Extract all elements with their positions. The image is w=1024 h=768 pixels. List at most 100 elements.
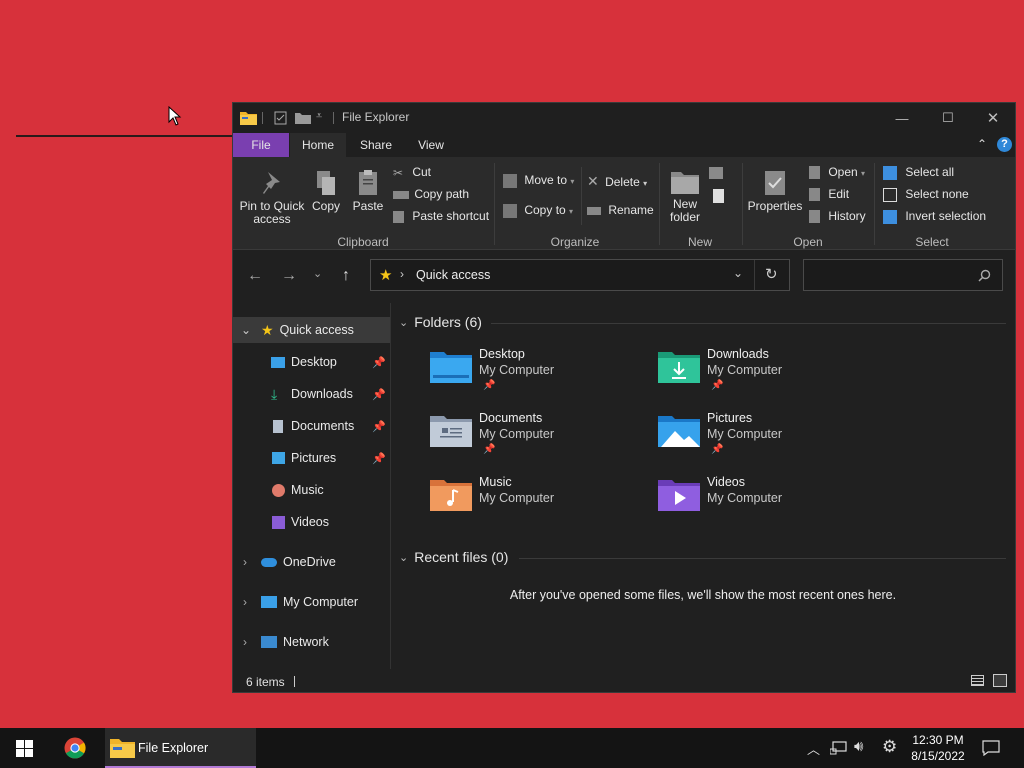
refresh-icon[interactable]: ↻ (765, 265, 778, 283)
folder-tile-downloads[interactable]: Downloads My Computer 📌 (657, 347, 867, 403)
folder-name: Videos (707, 475, 745, 489)
address-bar[interactable]: ★ › Quick access ⌄ ↻ (370, 259, 790, 291)
taskbar-file-explorer[interactable]: File Explorer (105, 728, 256, 768)
select-none-button[interactable]: Select none (883, 187, 969, 202)
nav-item-label: Downloads (291, 387, 353, 401)
properties-qat-icon[interactable] (274, 111, 287, 125)
folder-tile-desktop[interactable]: Desktop My Computer 📌 (429, 347, 639, 403)
documents-icon (273, 419, 283, 433)
forward-arrow-icon: → (281, 267, 297, 284)
pin-icon: 📌 (711, 444, 724, 455)
item-count: 6 items (246, 675, 285, 689)
large-icons-view-icon[interactable] (993, 674, 1007, 687)
copy-to-button[interactable]: Copy to ▾ (503, 203, 573, 218)
folder-tile-pictures[interactable]: Pictures My Computer 📌 (657, 411, 867, 467)
copy-to-label: Copy to (524, 203, 566, 217)
open-button[interactable]: Open ▾ (809, 165, 865, 180)
nav-item-label: Desktop (291, 355, 337, 369)
folder-name: Downloads (707, 347, 769, 361)
clock[interactable]: 12:30 PM 8/15/2022 (908, 732, 968, 764)
folder-tile-videos[interactable]: Videos My Computer (657, 475, 867, 531)
maximize-button[interactable]: ☐ (925, 103, 971, 133)
delete-button[interactable]: ✕ Delete ▾ (587, 173, 647, 190)
recent-locations-button[interactable]: ⌄ (313, 267, 322, 280)
chevron-right-icon: › (243, 595, 247, 609)
chrome-icon[interactable] (64, 737, 86, 759)
folder-name: Music (479, 475, 512, 489)
rename-button[interactable]: Rename (587, 203, 654, 217)
history-button[interactable]: History (809, 209, 866, 224)
nav-item-desktop[interactable]: Desktop 📌 (233, 349, 390, 375)
nav-my-computer[interactable]: › My Computer (233, 589, 390, 615)
chevron-down-icon: ⌄ (241, 323, 252, 337)
minimize-button[interactable]: — (879, 103, 925, 133)
network-status-icon[interactable] (830, 741, 847, 755)
pane-divider (390, 303, 391, 669)
forward-button[interactable]: → (281, 267, 297, 285)
nav-network[interactable]: › Network (233, 629, 390, 655)
edit-button[interactable]: Edit (809, 187, 850, 202)
nav-onedrive[interactable]: › OneDrive (233, 549, 390, 575)
nav-quick-access[interactable]: ⌄ ★ Quick access (233, 317, 390, 343)
star-icon: ★ (261, 321, 274, 338)
pin-quick-access-button[interactable]: Pin to Quick access (238, 169, 306, 226)
address-dropdown-icon[interactable]: ⌄ (733, 266, 743, 280)
new-folder-button[interactable]: New folder (665, 169, 705, 224)
new-group-label: New (687, 235, 712, 249)
back-button[interactable]: ← (247, 267, 263, 285)
invert-selection-label: Invert selection (905, 209, 987, 223)
qat-customize-icon[interactable]: ⩡ (316, 110, 322, 123)
help-icon[interactable]: ? (997, 137, 1012, 152)
chevron-down-icon: ⌄ (399, 551, 409, 564)
folder-tile-music[interactable]: Music My Computer (429, 475, 639, 531)
notifications-icon[interactable] (982, 740, 1000, 756)
copy-path-button[interactable]: Copy path (393, 187, 469, 201)
tray-overflow-icon[interactable]: ︿ (807, 739, 820, 758)
folder-tile-documents[interactable]: Documents My Computer 📌 (429, 411, 639, 467)
videos-icon (272, 515, 285, 529)
pin-icon: 📌 (372, 356, 386, 369)
tab-home[interactable]: Home (290, 133, 346, 157)
select-all-button[interactable]: Select all (883, 165, 954, 180)
up-button[interactable]: ↑ (342, 267, 350, 285)
folder-location: My Computer (707, 363, 783, 377)
new-folder-qat-icon[interactable] (295, 112, 311, 124)
invert-selection-button[interactable]: Invert selection (883, 209, 986, 224)
music-icon (272, 483, 285, 497)
properties-button[interactable]: Properties (747, 169, 803, 213)
nav-network-label: Network (283, 635, 329, 649)
search-icon (978, 269, 991, 282)
close-button[interactable]: ✕ (970, 103, 1016, 133)
select-group-label: Select (915, 235, 949, 249)
search-box[interactable] (803, 259, 1003, 291)
windows-start-icon[interactable] (16, 740, 33, 757)
up-arrow-icon: ↑ (342, 267, 350, 284)
settings-gear-icon[interactable]: ⚙ (882, 737, 897, 757)
paste-shortcut-button[interactable]: Paste shortcut (393, 209, 489, 223)
nav-item-videos[interactable]: Videos (233, 509, 390, 535)
nav-item-pictures[interactable]: Pictures 📌 (233, 445, 390, 471)
new-item-icon[interactable] (709, 167, 723, 179)
tab-share[interactable]: Share (348, 133, 404, 157)
ribbon-collapse-icon[interactable]: ⌃ (977, 137, 987, 151)
easy-access-icon[interactable] (713, 189, 724, 203)
chevron-right-icon: › (243, 635, 247, 649)
cut-button[interactable]: ✂ Cut (393, 165, 431, 180)
copy-path-label: Copy path (414, 187, 470, 201)
volume-icon[interactable]: 🔊︎ (854, 738, 863, 755)
edit-label: Edit (828, 187, 850, 201)
ribbon-separator (742, 163, 743, 245)
folders-section-header[interactable]: ⌄ Folders (6) (399, 314, 482, 330)
paste-button[interactable]: Paste (351, 169, 385, 213)
copy-icon (317, 171, 335, 195)
nav-item-documents[interactable]: Documents 📌 (233, 413, 390, 439)
nav-item-music[interactable]: Music (233, 477, 390, 503)
tab-file[interactable]: File (233, 133, 289, 157)
move-to-button[interactable]: Move to ▾ (503, 173, 574, 188)
breadcrumb-location[interactable]: Quick access (416, 268, 490, 282)
recent-files-section-header[interactable]: ⌄ Recent files (0) (399, 549, 508, 565)
details-view-icon[interactable] (971, 675, 984, 686)
copy-button[interactable]: Copy (309, 169, 343, 213)
tab-view[interactable]: View (403, 133, 459, 157)
nav-item-downloads[interactable]: ⤓ Downloads 📌 (233, 381, 390, 407)
